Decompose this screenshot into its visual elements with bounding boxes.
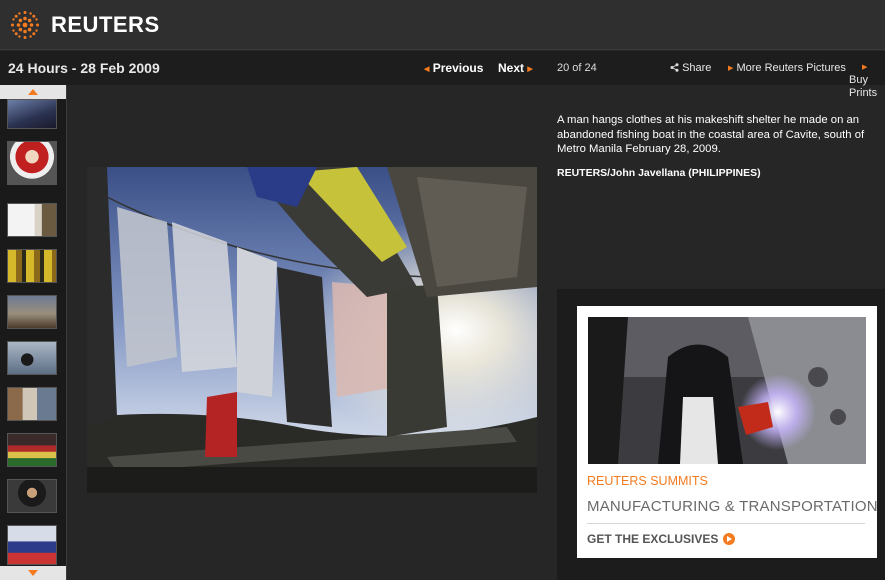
ad-image (588, 317, 866, 464)
welder-photo (588, 317, 866, 464)
thumbnail-strip (0, 85, 67, 580)
thumbnail-item[interactable] (7, 203, 57, 237)
share-icon (670, 63, 679, 72)
scroll-up-button[interactable] (0, 85, 66, 99)
thumbnail-item[interactable] (7, 249, 57, 283)
photo-image (87, 167, 537, 493)
arrow-right-icon: ▶ (728, 65, 734, 73)
share-label: Share (682, 62, 712, 74)
arrow-right-icon: ▶ (862, 64, 868, 71)
arrow-up-icon (28, 89, 38, 95)
buy-prints-link[interactable]: ▶ Buy Prints (849, 61, 885, 100)
gallery-nav-bar: 24 Hours - 28 Feb 2009 ◀ Previous Next ▶… (0, 51, 885, 99)
arrow-left-icon: ◀ (424, 65, 430, 73)
ad-headline: MANUFACTURING & TRANSPORTATION (587, 498, 878, 515)
more-pictures-label: More Reuters Pictures (736, 62, 846, 74)
photo-counter: 20 of 24 (557, 62, 597, 74)
thumbnail-item[interactable] (7, 525, 57, 565)
site-header: REUTERS (0, 0, 885, 50)
buy-prints-label: Buy Prints (849, 74, 878, 100)
thumbnail-item[interactable] (7, 141, 57, 185)
ad-divider (587, 523, 865, 524)
reuters-summits-ad[interactable]: REUTERS SUMMITS MANUFACTURING & TRANSPOR… (577, 306, 878, 558)
thumbnail-item[interactable] (7, 341, 57, 375)
next-label: Next (498, 61, 525, 75)
scroll-down-button[interactable] (0, 566, 66, 580)
photo-caption: A man hangs clothes at his makeshift she… (557, 114, 865, 155)
thumbnail-item[interactable] (7, 295, 57, 329)
arrow-down-icon (28, 570, 38, 576)
thumbnail-item[interactable] (7, 479, 57, 513)
ad-kicker: REUTERS SUMMITS (587, 474, 708, 488)
play-arrow-icon (723, 533, 736, 545)
gallery-title: 24 Hours - 28 Feb 2009 (8, 60, 160, 76)
ad-cta-label: GET THE EXCLUSIVES (587, 532, 719, 546)
page: REUTERS 24 Hours - 28 Feb 2009 ◀ Previou… (0, 0, 885, 580)
previous-label: Previous (432, 61, 484, 75)
main-photo[interactable] (87, 167, 537, 493)
more-pictures-link[interactable]: ▶ More Reuters Pictures (728, 62, 846, 74)
thumbnail-item[interactable] (7, 99, 57, 129)
brand-name[interactable]: REUTERS (51, 12, 160, 38)
previous-link[interactable]: ◀ Previous (424, 61, 483, 75)
share-link[interactable]: Share (670, 62, 711, 74)
arrow-right-icon: ▶ (527, 65, 533, 73)
next-link[interactable]: Next ▶ (498, 61, 533, 75)
get-exclusives-link[interactable]: GET THE EXCLUSIVES (587, 532, 736, 546)
thumbnail-item[interactable] (7, 433, 57, 467)
photo-credit: REUTERS/John Javellana (PHILIPPINES) (557, 167, 761, 179)
reuters-logo-icon[interactable] (8, 8, 42, 42)
thumbnail-item[interactable] (7, 387, 57, 421)
